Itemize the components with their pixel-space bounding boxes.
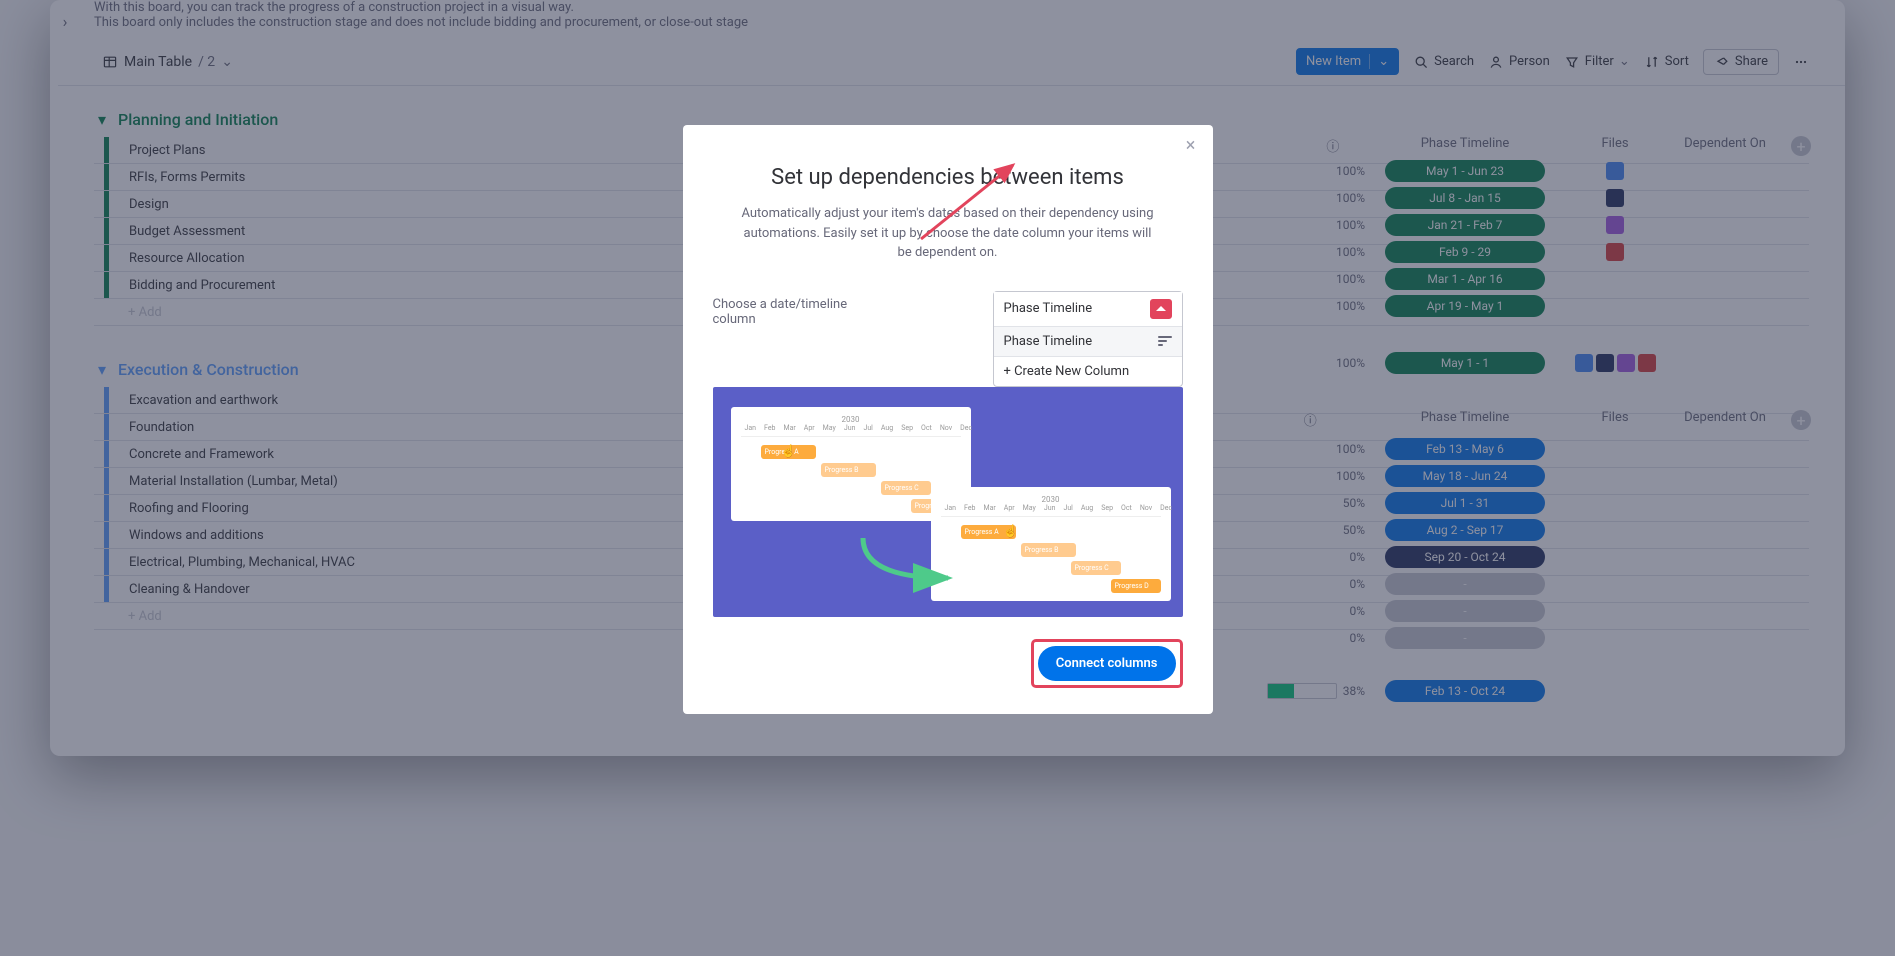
choose-column-label: Choose a date/timeline column xyxy=(713,291,883,327)
illus-bar: Progress C xyxy=(1071,561,1121,575)
green-arrow-icon xyxy=(853,533,963,593)
hand-cursor-icon xyxy=(1003,523,1019,539)
dependencies-modal: × Set up dependencies between items Auto… xyxy=(683,125,1213,714)
create-new-column[interactable]: + Create New Column xyxy=(994,357,1182,386)
red-annotation-arrow xyxy=(913,157,1023,247)
dropdown-option-label: Phase Timeline xyxy=(1004,334,1093,349)
illustration: 2030 JanFebMarAprMayJunJulAugSepOctNovDe… xyxy=(713,387,1183,617)
hand-cursor-icon xyxy=(781,443,797,459)
create-column-label: + Create New Column xyxy=(1004,364,1130,379)
close-button[interactable]: × xyxy=(1179,133,1203,157)
timeline-icon xyxy=(1158,336,1172,346)
connect-button-label: Connect columns xyxy=(1056,656,1158,671)
modal-overlay: × Set up dependencies between items Auto… xyxy=(0,0,1895,956)
illus-bar: Progress C xyxy=(881,481,931,495)
illus-year: 2030 xyxy=(741,415,961,424)
dropdown-caret-highlight[interactable] xyxy=(1150,299,1172,319)
dropdown-option[interactable]: Phase Timeline xyxy=(994,327,1182,357)
connect-button-highlight: Connect columns xyxy=(1031,639,1183,688)
dropdown-selected: Phase Timeline xyxy=(1004,301,1093,316)
illus-timeline-after: 2030 JanFebMarAprMayJunJulAugSepOctNovDe… xyxy=(931,487,1171,601)
illus-year: 2030 xyxy=(941,495,1161,504)
illus-bar: Progress B xyxy=(821,463,876,477)
connect-columns-button[interactable]: Connect columns xyxy=(1038,646,1176,681)
timeline-column-dropdown[interactable]: Phase Timeline Phase Timeline + Create N… xyxy=(993,291,1183,387)
illus-bar: Progress D xyxy=(1111,579,1161,593)
illus-bar: Progress B xyxy=(1021,543,1076,557)
